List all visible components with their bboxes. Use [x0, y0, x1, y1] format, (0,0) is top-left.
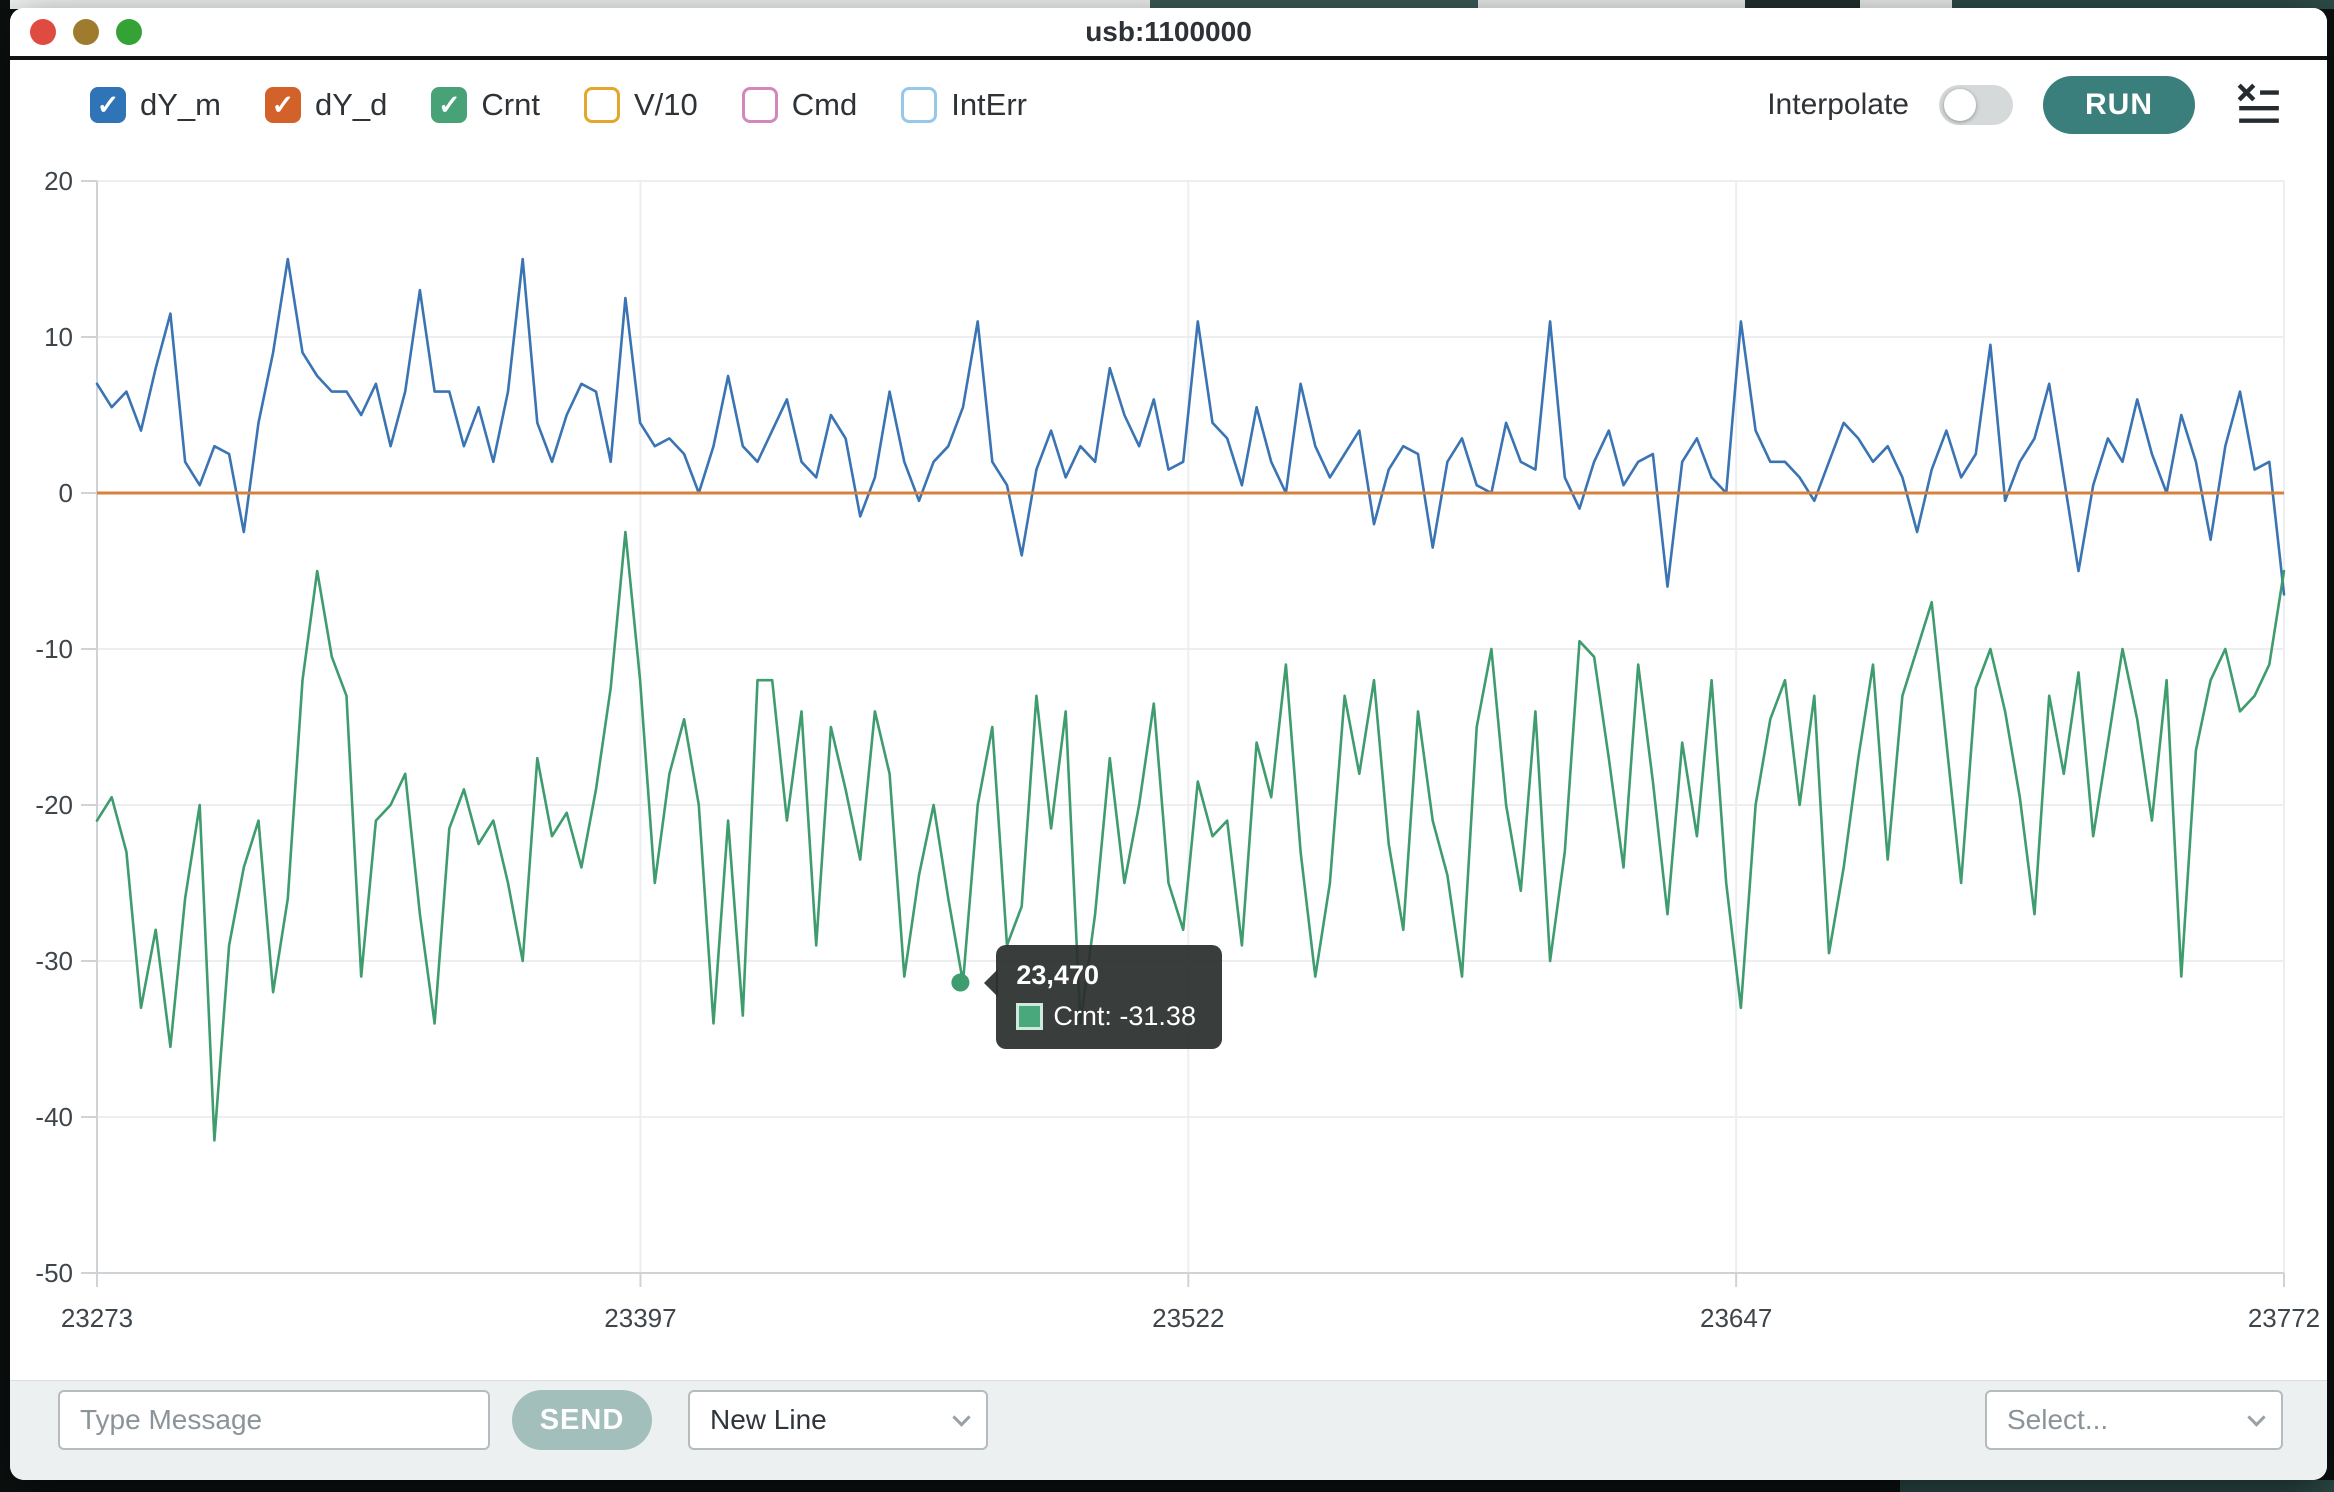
chevron-down-icon — [2247, 1408, 2265, 1426]
legend-item-Crnt[interactable]: ✓ Crnt — [431, 87, 540, 123]
checkbox-V/10[interactable] — [584, 87, 620, 123]
legend-item-V/10[interactable]: V/10 — [584, 87, 698, 123]
x-tick-label: 23772 — [2248, 1303, 2320, 1333]
close-button[interactable] — [30, 19, 56, 45]
y-tick-label: -20 — [35, 790, 73, 820]
background-bottom-teal — [1900, 1480, 2334, 1492]
toggle-knob — [1944, 89, 1976, 121]
window-title: usb:1100000 — [1085, 16, 1252, 48]
chart-plot: 20 10 0 -10 -20 -30 -40 -50 23273 23397 23522 23647… — [0, 150, 2334, 1350]
legend-label: IntErr — [951, 87, 1027, 123]
port-select[interactable]: Select... — [1985, 1390, 2283, 1450]
y-tick-label: 20 — [44, 166, 73, 196]
interpolate-label: Interpolate — [1767, 88, 1909, 122]
line-ending-value: New Line — [710, 1404, 827, 1436]
y-tick-label: 10 — [44, 322, 73, 352]
message-input[interactable] — [58, 1390, 490, 1450]
hover-point-marker — [951, 974, 969, 992]
y-tick-label: -10 — [35, 634, 73, 664]
clear-list-icon — [2235, 115, 2283, 130]
run-button[interactable]: RUN — [2043, 76, 2195, 134]
toolbar: ✓ dY_m ✓ dY_d ✓ Crnt V/10 Cmd IntErr Interpolate… — [10, 60, 2327, 150]
series-legend: ✓ dY_m ✓ dY_d ✓ Crnt V/10 Cmd IntErr — [90, 87, 1027, 123]
traffic-lights — [30, 8, 142, 56]
port-select-value: Select... — [2007, 1404, 2108, 1436]
clear-plot-button[interactable] — [2231, 77, 2287, 134]
checkbox-dY_d[interactable]: ✓ — [265, 87, 301, 123]
y-tick-label: -40 — [35, 1102, 73, 1132]
legend-label: dY_d — [315, 87, 387, 123]
line-ending-select[interactable]: New Line — [688, 1390, 988, 1450]
x-tick-label: 23273 — [61, 1303, 133, 1333]
tooltip-x-value: 23,470 — [1016, 960, 1196, 991]
legend-label: Crnt — [481, 87, 540, 123]
tooltip-series-row: Crnt: -31.38 — [1016, 1001, 1196, 1032]
send-button[interactable]: SEND — [512, 1390, 652, 1450]
y-tick-label: -30 — [35, 946, 73, 976]
y-tick-label: 0 — [59, 478, 73, 508]
interpolate-toggle[interactable] — [1939, 85, 2013, 125]
checkbox-dY_m[interactable]: ✓ — [90, 87, 126, 123]
legend-item-Cmd[interactable]: Cmd — [742, 87, 857, 123]
x-tick-label: 23397 — [604, 1303, 676, 1333]
chevron-down-icon — [952, 1408, 970, 1426]
legend-item-dY_d[interactable]: ✓ dY_d — [265, 87, 387, 123]
chart-area[interactable]: 20 10 0 -10 -20 -30 -40 -50 23273 23397 23522 23647… — [0, 150, 2334, 1350]
checkbox-Cmd[interactable] — [742, 87, 778, 123]
checkbox-Crnt[interactable]: ✓ — [431, 87, 467, 123]
legend-label: V/10 — [634, 87, 698, 123]
series-swatch-icon — [1016, 1003, 1043, 1030]
y-tick-label: -50 — [35, 1258, 73, 1288]
zoom-button[interactable] — [116, 19, 142, 45]
checkbox-IntErr[interactable] — [901, 87, 937, 123]
tooltip-series-value: Crnt: -31.38 — [1053, 1001, 1196, 1032]
legend-label: dY_m — [140, 87, 221, 123]
x-tick-label: 23647 — [1700, 1303, 1772, 1333]
legend-item-dY_m[interactable]: ✓ dY_m — [90, 87, 221, 123]
titlebar: usb:1100000 — [10, 8, 2327, 60]
chart-tooltip: 23,470 Crnt: -31.38 — [996, 945, 1222, 1049]
legend-label: Cmd — [792, 87, 857, 123]
minimize-button[interactable] — [73, 19, 99, 45]
series-line-Crnt — [97, 532, 2284, 1140]
series-line-dY_m — [97, 259, 2284, 594]
toolbar-right: Interpolate RUN — [1767, 76, 2287, 134]
x-tick-label: 23522 — [1152, 1303, 1224, 1333]
message-bar: SEND New Line Select... — [10, 1380, 2327, 1480]
legend-item-IntErr[interactable]: IntErr — [901, 87, 1027, 123]
